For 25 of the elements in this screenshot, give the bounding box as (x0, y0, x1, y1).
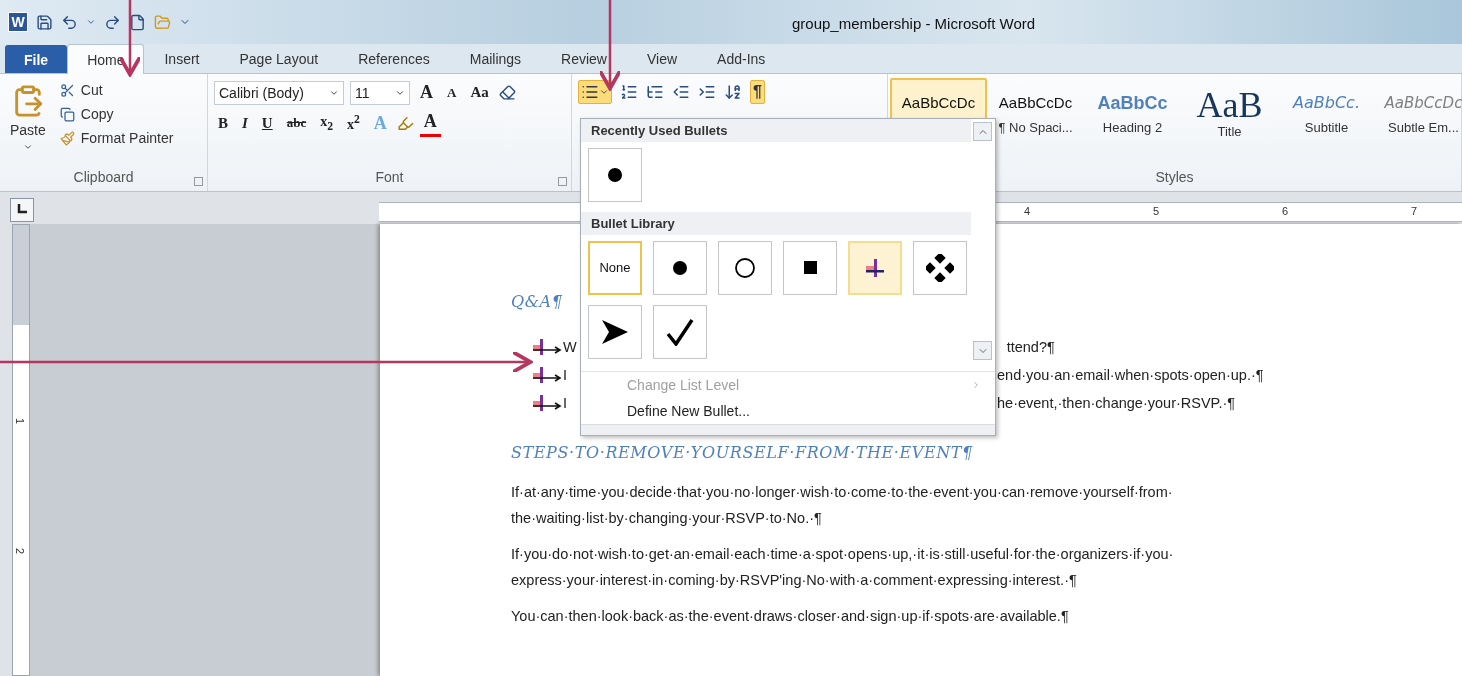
list-item-text: I (563, 367, 568, 383)
group-label: Font (375, 169, 404, 187)
document-heading: Q&A¶ (511, 292, 564, 311)
paragraph-line: the·waiting·list·by·changing·your·RSVP·to·No.·¶ (511, 510, 823, 526)
document-heading: STEPS·TO·REMOVE·YOURSELF·FROM·THE·EVENT¶ (511, 443, 974, 462)
list-item-text: I (563, 395, 568, 411)
menu-section-header: Bullet Library (581, 211, 971, 235)
list-item-text: W (563, 339, 577, 355)
ruler-number: 2 (14, 547, 27, 555)
window-title: group_membership - Microsoft Word (792, 15, 1036, 32)
paragraph-line: If·you·do·not·wish·to·get·an·email·each·time·a·spot·opens·up,·it·is·still·useful·for·the·organizers·if·you· (511, 546, 1175, 562)
list-item-text: end·you·an·email·when·spots·open·up.·¶ (997, 367, 1264, 383)
list-item-text: he·event,·then·change·your·RSVP.·¶ (997, 395, 1236, 411)
ruler-number: 5 (1153, 205, 1160, 217)
ruler-number: 4 (1024, 205, 1031, 217)
ruler-number: 6 (1282, 205, 1289, 217)
paragraph-line: You·can·then·look·back·as·the·event·draws·closer·and·sign·up·if·spots·are·available.¶ (511, 608, 1070, 624)
group-label: Styles (1155, 169, 1194, 187)
group-label: Clipboard (73, 169, 134, 187)
menu-section-header: Recently Used Bullets (581, 119, 971, 142)
ruler-number: 7 (1411, 205, 1418, 217)
paragraph-line: If·at·any·time·you·decide·that·you·no·longer·wish·to·come·to·the·event·you·can·remove·yourself·from· (511, 484, 1174, 500)
ruler-number: 1 (14, 417, 27, 425)
paragraph-line: express·your·interest·in·coming·by·RSVP'ing·No·with·a·comment·expressing·interest.·¶ (511, 572, 1078, 588)
list-item-text: ttend?¶ (1006, 339, 1055, 355)
